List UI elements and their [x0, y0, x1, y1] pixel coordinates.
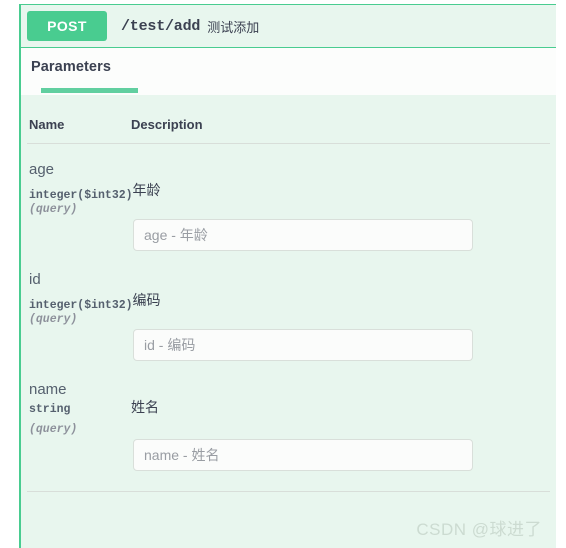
- column-header-name: Name: [29, 117, 65, 132]
- operation-summary: 测试添加: [207, 19, 260, 35]
- parameters-panel: Name Description age integer($int32)年龄 (…: [21, 95, 556, 548]
- header-divider: [27, 143, 550, 144]
- parameter-name-name: name: [29, 381, 67, 398]
- parameter-type-text-id: integer($int32): [29, 299, 133, 312]
- parameter-input-id[interactable]: [133, 329, 473, 361]
- tab-active-indicator: [41, 88, 138, 93]
- operation-path: /test/add: [121, 17, 201, 35]
- http-method-badge: POST: [27, 11, 107, 41]
- csdn-watermark: CSDN @球进了: [416, 520, 542, 539]
- parameter-description-id: 编码: [132, 292, 161, 308]
- parameter-type-text-name: string: [29, 403, 71, 416]
- tab-parameters[interactable]: Parameters: [31, 59, 111, 75]
- parameter-type-text-age: integer($int32): [29, 189, 133, 202]
- parameter-type-name: string: [29, 403, 70, 416]
- parameter-location-age: (query): [29, 203, 78, 216]
- parameter-type-id: integer($int32)编码: [29, 292, 161, 313]
- parameter-name-age: age: [29, 161, 55, 178]
- parameter-input-age[interactable]: [133, 219, 473, 251]
- swagger-operation-screen: POST /test/add 测试添加 Parameters Name Desc…: [0, 0, 566, 548]
- parameter-description-age: 年龄: [132, 182, 161, 198]
- operation-block-post-test-add: POST /test/add 测试添加 Parameters Name Desc…: [19, 4, 556, 548]
- tabs-strip: Parameters: [21, 48, 556, 95]
- parameter-description-name: 姓名: [131, 399, 159, 415]
- column-header-description: Description: [131, 117, 203, 132]
- parameter-type-age: integer($int32)年龄: [29, 182, 161, 203]
- parameter-location-name: (query): [29, 423, 78, 436]
- parameter-input-name[interactable]: [133, 439, 473, 471]
- row-divider-bottom: [27, 491, 550, 492]
- parameter-location-id: (query): [29, 313, 78, 326]
- parameter-name-id: id: [29, 271, 41, 288]
- operation-header[interactable]: POST /test/add 测试添加: [21, 4, 556, 48]
